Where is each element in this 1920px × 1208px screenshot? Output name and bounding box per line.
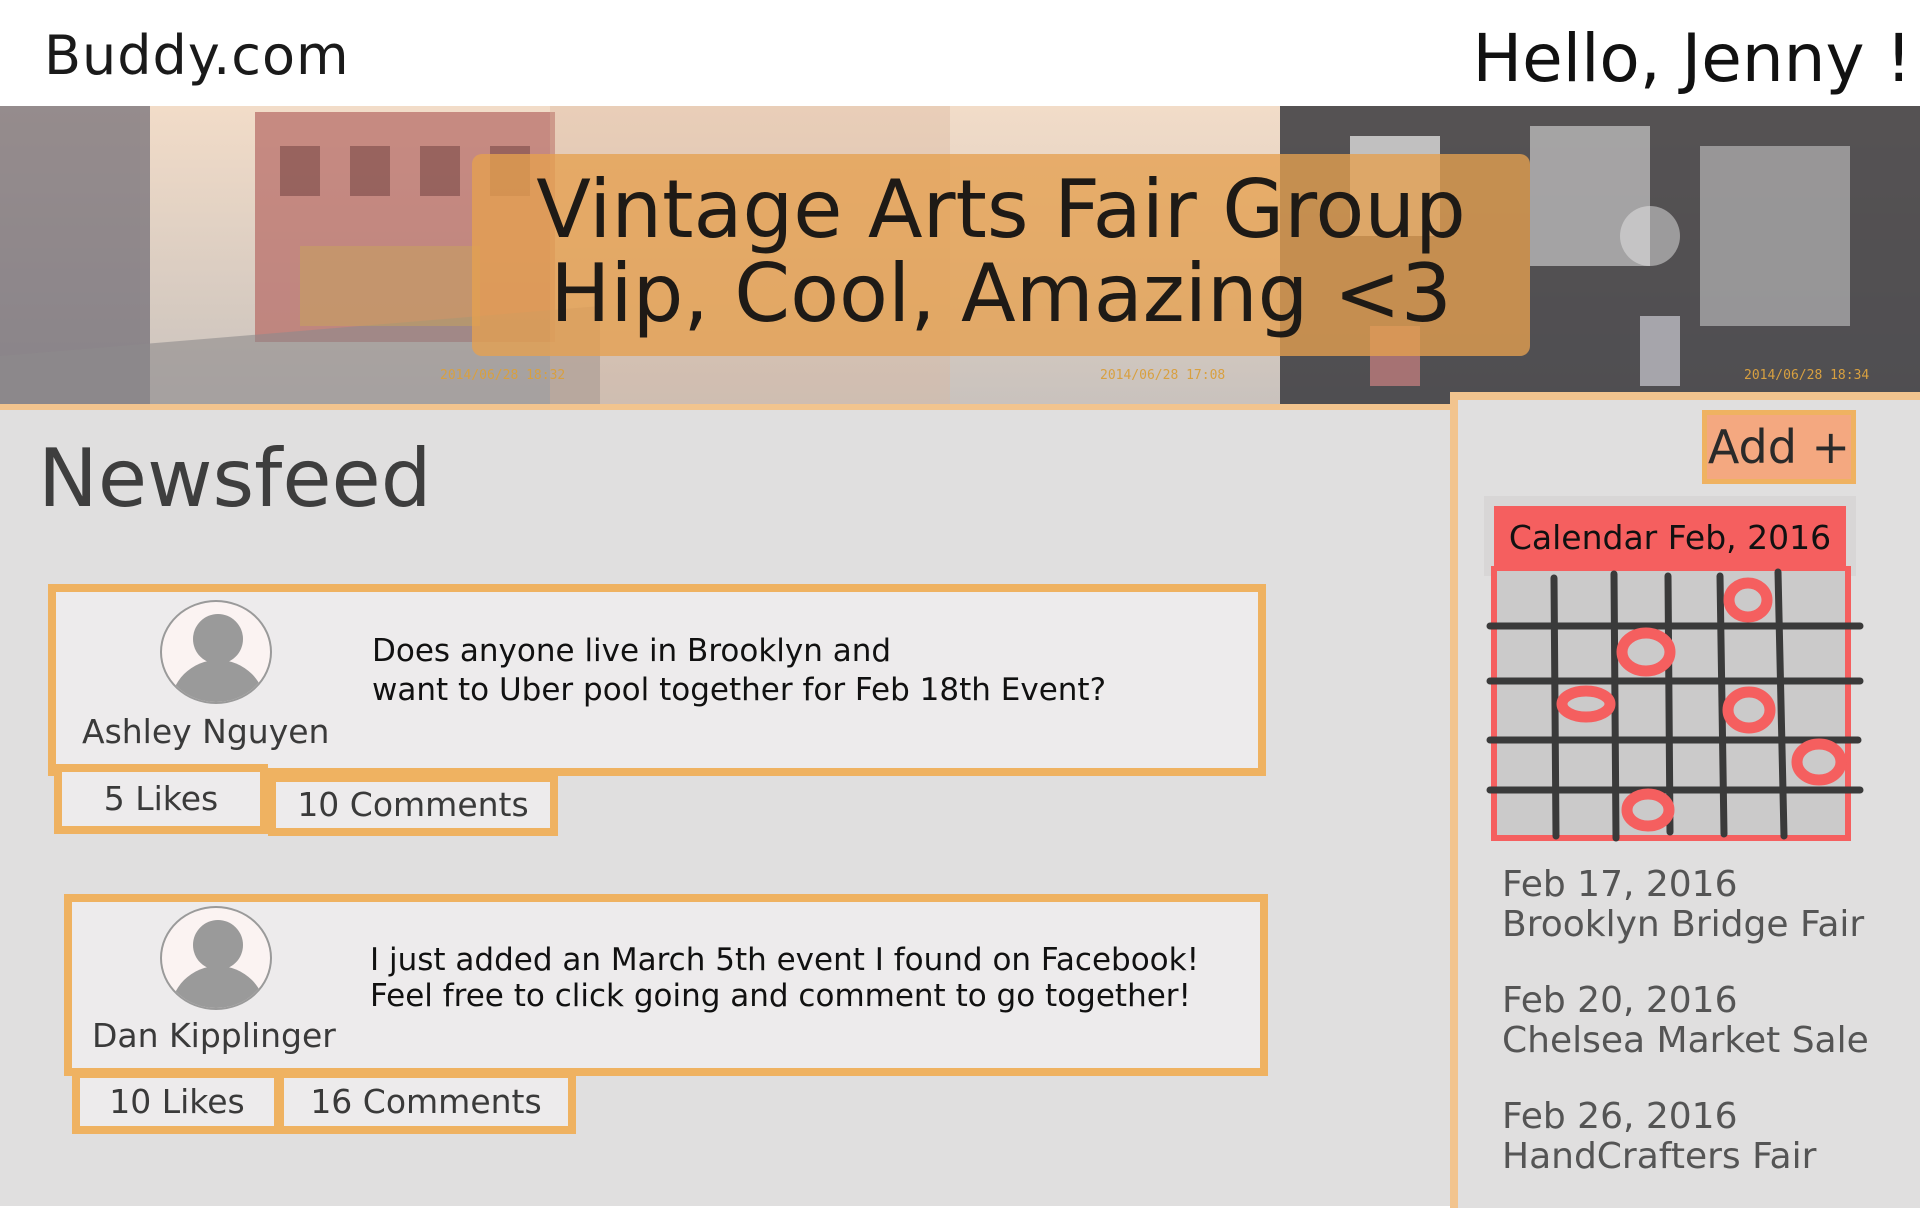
calendar-header: Calendar Feb, 2016 xyxy=(1494,506,1846,570)
photo-timestamp: 2014/06/28 18:32 xyxy=(440,368,566,383)
avatar[interactable] xyxy=(160,906,272,1010)
event-date: Feb 20, 2016 xyxy=(1502,980,1738,1021)
photo-timestamp: 2014/06/28 18:34 xyxy=(1744,368,1870,383)
post-author[interactable]: Dan Kipplinger xyxy=(92,1016,336,1055)
event-date: Feb 17, 2016 xyxy=(1502,864,1738,905)
top-bar: Buddy.com Hello, Jenny ! xyxy=(0,0,1920,106)
likes-button[interactable]: 10 Likes xyxy=(72,1070,282,1134)
newsfeed-heading: Newsfeed xyxy=(38,432,432,525)
comments-button[interactable]: 10 Comments xyxy=(268,774,558,836)
post-author[interactable]: Ashley Nguyen xyxy=(82,712,329,751)
calendar-grid[interactable] xyxy=(1486,566,1864,846)
group-tagline: Hip, Cool, Amazing <3 xyxy=(550,247,1452,340)
post-text: I just added an March 5th event I found … xyxy=(370,942,1199,1014)
event-date: Feb 26, 2016 xyxy=(1502,1096,1738,1137)
user-greeting: Hello, Jenny ! xyxy=(1472,20,1912,97)
event-name[interactable]: Chelsea Market Sale xyxy=(1502,1020,1869,1061)
group-name: Vintage Arts Fair Group xyxy=(536,163,1466,256)
likes-button[interactable]: 5 Likes xyxy=(54,764,268,834)
avatar[interactable] xyxy=(160,600,272,704)
comments-button[interactable]: 16 Comments xyxy=(276,1070,576,1134)
post-text: Does anyone live in Brooklyn and want to… xyxy=(372,632,1106,710)
avatar-head xyxy=(193,614,243,664)
avatar-body xyxy=(170,966,266,1008)
event-name[interactable]: HandCrafters Fair xyxy=(1502,1136,1816,1177)
post-text-line: Feel free to click going and comment to … xyxy=(370,978,1191,1014)
avatar-head xyxy=(193,920,243,970)
add-event-button[interactable]: Add + xyxy=(1702,410,1856,484)
post-text-line: want to Uber pool together for Feb 18th … xyxy=(372,672,1107,708)
post-text-line: Does anyone live in Brooklyn and xyxy=(372,633,892,669)
event-name[interactable]: Brooklyn Bridge Fair xyxy=(1502,904,1864,945)
brand-logo[interactable]: Buddy.com xyxy=(44,24,350,87)
photo-timestamp: 2014/06/28 17:08 xyxy=(1100,368,1226,383)
avatar-body xyxy=(170,660,266,702)
post-text-line: I just added an March 5th event I found … xyxy=(370,942,1200,978)
